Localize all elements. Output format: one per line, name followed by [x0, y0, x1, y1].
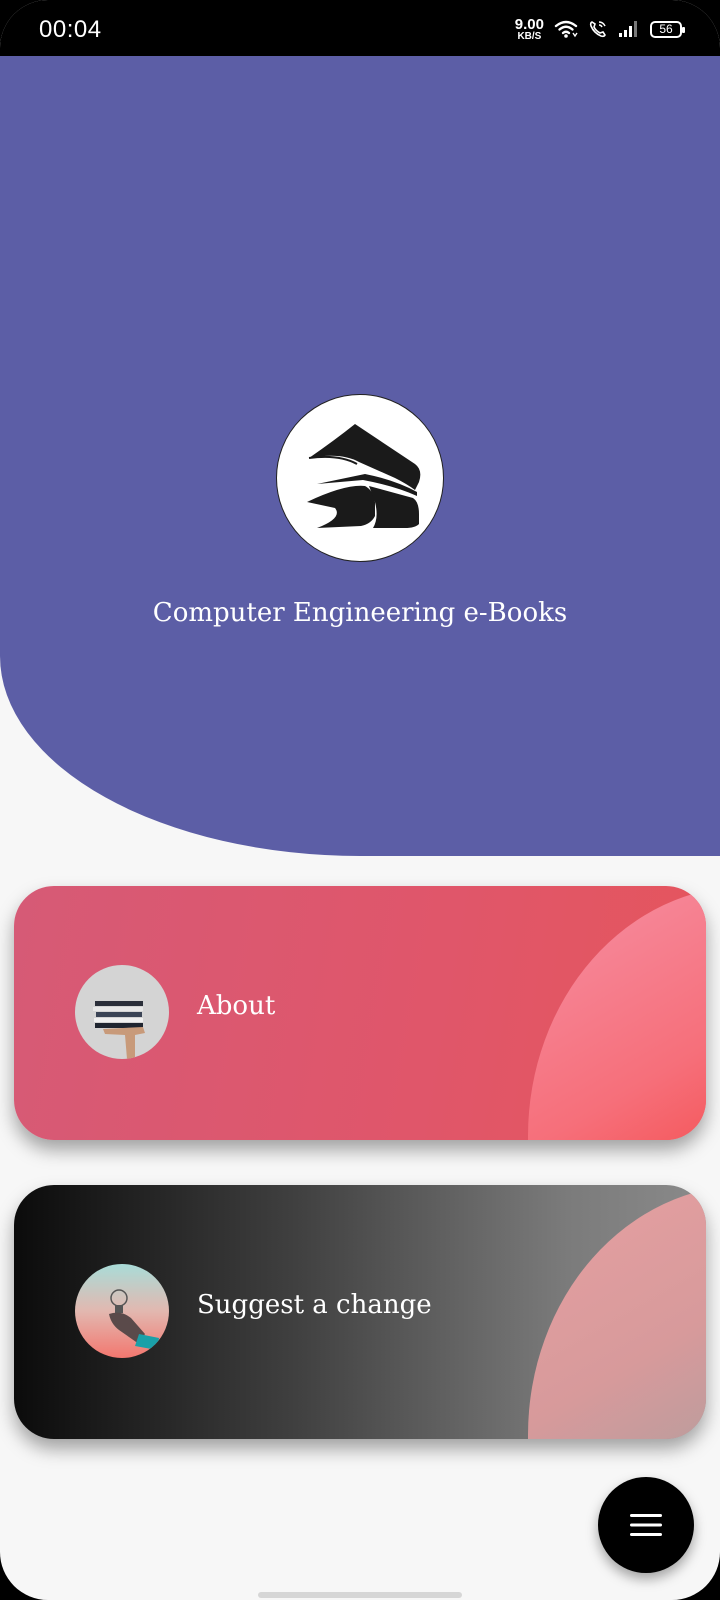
menu-fab-button[interactable] — [598, 1477, 694, 1573]
suggest-card-image — [75, 1264, 169, 1358]
app-title: Computer Engineering e-Books — [152, 598, 568, 628]
hand-holding-lightbulb-photo — [75, 1264, 169, 1358]
network-speed: 9.00 KB/S — [515, 17, 544, 42]
suggest-change-card[interactable]: Suggest a change — [14, 1185, 706, 1439]
battery-level: 56 — [659, 22, 673, 36]
status-bar: 00:04 9.00 KB/S 56 — [0, 0, 720, 56]
menu-icon — [630, 1514, 662, 1536]
app-logo — [276, 394, 444, 562]
suggest-change-label: Suggest a change — [197, 1290, 432, 1320]
network-speed-value: 9.00 — [514, 15, 544, 33]
books-stack-icon — [307, 424, 421, 528]
signal-icon — [619, 21, 637, 37]
about-card[interactable]: About — [14, 886, 706, 1140]
network-speed-unit: KB/S — [517, 30, 542, 42]
about-card-image — [75, 965, 169, 1059]
status-icons: 9.00 KB/S 56 — [515, 14, 685, 44]
header-banner: Computer Engineering e-Books — [0, 56, 720, 856]
card-decoration — [528, 886, 706, 1140]
battery-icon: 56 — [650, 20, 685, 38]
hand-holding-books-photo — [75, 965, 169, 1059]
wifi-calling-icon — [589, 21, 606, 38]
about-label: About — [197, 991, 276, 1021]
status-time: 00:04 — [39, 16, 102, 43]
wifi-icon — [554, 20, 578, 38]
app-screen: 00:04 9.00 KB/S 56 Computer Engineering … — [0, 0, 720, 1600]
home-indicator[interactable] — [258, 1592, 462, 1598]
card-decoration — [528, 1185, 706, 1439]
